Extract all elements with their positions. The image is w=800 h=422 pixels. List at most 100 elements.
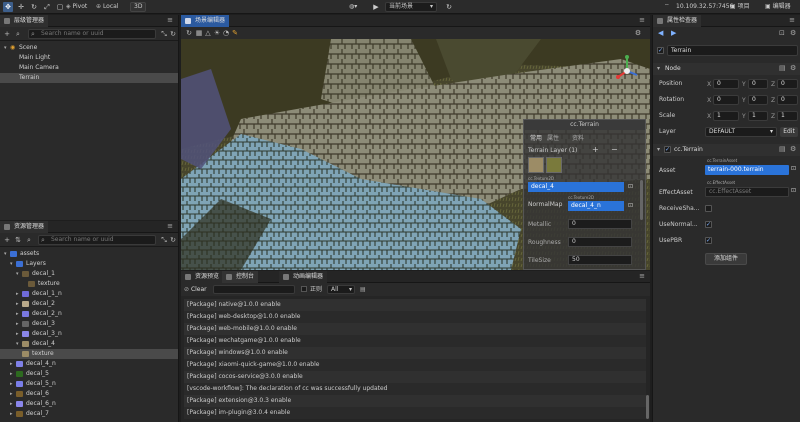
effect-picker-icon[interactable]: ⊡: [791, 183, 796, 199]
overlay-tab-attr[interactable]: 属性: [547, 133, 559, 142]
add-component-button[interactable]: 添加组件: [705, 253, 747, 265]
asset-item[interactable]: ▸ decal_6: [0, 389, 178, 399]
add-node-icon[interactable]: +: [2, 29, 12, 39]
filter-icon[interactable]: ⌕: [13, 29, 23, 39]
tab-inspector[interactable]: 属性检查器: [653, 15, 702, 27]
sort-icon[interactable]: ⇅: [13, 235, 23, 245]
position-y-input[interactable]: 0: [748, 79, 768, 89]
asset-item[interactable]: ▸ decal_2_n: [0, 309, 178, 319]
asset-item[interactable]: ▸ decal_2: [0, 299, 178, 309]
gear-icon[interactable]: ⚙: [790, 64, 796, 72]
position-z-input[interactable]: 0: [777, 79, 798, 89]
log-line[interactable]: [Package] web-mobile@1.0.0 enable: [184, 323, 646, 335]
hierarchy-search-input[interactable]: ⌕ Search name or uuid: [28, 29, 156, 39]
asset-item[interactable]: ▾ decal_4: [0, 339, 178, 349]
menu-icon[interactable]: ≡: [789, 16, 795, 24]
roughness-input[interactable]: 0: [568, 237, 632, 247]
tab-console[interactable]: 控制台: [222, 271, 259, 283]
asset-item[interactable]: ▸ decal_7: [0, 409, 178, 419]
use-pbr-checkbox[interactable]: ✓: [705, 237, 712, 244]
rotation-x-input[interactable]: 0: [713, 95, 739, 105]
log-line[interactable]: [Package] im-plugin@3.0.4 enable: [184, 407, 646, 419]
rect-tool-icon[interactable]: ▢: [55, 2, 65, 12]
menu-icon[interactable]: ≡: [639, 16, 645, 24]
asset-item[interactable]: ▾ Layers: [0, 259, 178, 269]
layer-select[interactable]: DEFAULT ▾: [705, 127, 777, 137]
play-icon[interactable]: ▶: [371, 2, 381, 12]
rotation-y-input[interactable]: 0: [748, 95, 768, 105]
asset-picker-icon[interactable]: ⊡: [791, 161, 796, 177]
add-layer-icon[interactable]: +: [592, 145, 599, 154]
tree-node-main-camera[interactable]: Main Camera: [0, 63, 178, 73]
node-name-input[interactable]: Terrain: [667, 45, 798, 56]
tab-hierarchy[interactable]: 层级管理器: [0, 15, 49, 27]
local-toggle[interactable]: ⊕ Local: [96, 2, 119, 12]
log-line[interactable]: [Package] web-desktop@1.0.0 enable: [184, 311, 646, 323]
node-section-header[interactable]: ▾ Node ▤ ⚙: [653, 63, 800, 75]
log-line[interactable]: [Package] xiaomi-quick-game@1.0.0 enable: [184, 359, 646, 371]
globe-dropdown[interactable]: ◍▾: [349, 2, 357, 12]
asset-item[interactable]: ▸ decal_5: [0, 369, 178, 379]
doc-icon[interactable]: ▤: [779, 145, 786, 153]
asset-item[interactable]: ▸ decal_3_n: [0, 329, 178, 339]
selected-layer-field[interactable]: decal_4: [528, 182, 624, 192]
use-normal-checkbox[interactable]: ✓: [705, 221, 712, 228]
overlay-scrollbar[interactable]: [640, 180, 643, 220]
gear-icon[interactable]: ⚙: [790, 29, 796, 37]
tree-node-scene[interactable]: ▾ ◉ Scene: [0, 43, 178, 53]
refresh-icon[interactable]: ↻: [184, 28, 194, 38]
rotation-z-input[interactable]: 0: [777, 95, 798, 105]
move-tool-icon[interactable]: ✛: [16, 2, 26, 12]
clear-button[interactable]: ⊘ Clear: [184, 285, 207, 294]
asset-item[interactable]: ▸ decal_4_n: [0, 359, 178, 369]
layer-thumb-1[interactable]: [528, 157, 544, 173]
normalmap-field[interactable]: decal_4_n: [568, 201, 624, 211]
layer-picker-icon[interactable]: ⊡: [628, 183, 633, 190]
asset-item[interactable]: ▾ assets: [0, 249, 178, 259]
project-button[interactable]: ▣ 项目: [730, 2, 750, 12]
refresh-icon[interactable]: ↻: [168, 235, 178, 245]
log-level-select[interactable]: All ▾: [327, 285, 355, 294]
open-log-icon[interactable]: ▤: [360, 285, 366, 294]
rotate-tool-icon[interactable]: ↻: [29, 2, 39, 12]
forward-icon[interactable]: ▶: [671, 29, 676, 37]
asset-field[interactable]: terrain-000.terrain: [705, 165, 789, 175]
back-icon[interactable]: ◀: [658, 29, 663, 37]
tab-animation[interactable]: 动画编辑器: [279, 271, 328, 283]
menu-icon[interactable]: ≡: [639, 272, 645, 280]
refresh-icon[interactable]: ↻: [168, 29, 178, 39]
log-line[interactable]: [Package] cocos-service@3.0.0 enable: [184, 371, 646, 383]
position-x-input[interactable]: 0: [713, 79, 739, 89]
pivot-toggle[interactable]: ◈ Pivot: [66, 2, 87, 12]
node-active-checkbox[interactable]: ✓: [657, 47, 664, 54]
asset-item[interactable]: texture: [0, 349, 178, 359]
layer-thumb-2[interactable]: [546, 157, 562, 173]
tilesize-input[interactable]: 50: [568, 255, 632, 265]
effect-field[interactable]: cc.EffectAsset: [705, 187, 789, 197]
preview-ip[interactable]: 10.109.32.57:7456: [676, 2, 733, 12]
regex-checkbox[interactable]: [301, 286, 307, 292]
doc-icon[interactable]: ▤: [779, 64, 786, 72]
brush-icon[interactable]: ✎: [230, 28, 240, 38]
scale-tool-icon[interactable]: ⤢: [42, 2, 52, 12]
component-enabled-checkbox[interactable]: ✓: [664, 146, 671, 153]
asset-item[interactable]: ▸ decal_1_n: [0, 289, 178, 299]
asset-item[interactable]: ▾ decal_1: [0, 269, 178, 279]
log-line[interactable]: [Package] wechatgame@1.0.0 enable: [184, 335, 646, 347]
log-line[interactable]: [Package] windows@1.0.0 enable: [184, 347, 646, 359]
normalmap-picker-icon[interactable]: ⊡: [628, 202, 633, 209]
console-scrollbar[interactable]: [646, 395, 649, 419]
gear-icon[interactable]: ⚙: [633, 28, 643, 38]
overlay-tab-data[interactable]: 资料: [572, 133, 584, 142]
add-asset-icon[interactable]: +: [2, 235, 12, 245]
overlay-tab-common[interactable]: 常用: [530, 133, 542, 142]
3d-toggle[interactable]: 3D: [130, 2, 147, 12]
editor-button[interactable]: ▣ 编辑器: [765, 2, 791, 12]
menu-icon[interactable]: ≡: [167, 16, 173, 24]
scale-y-input[interactable]: 1: [748, 111, 768, 121]
menu-icon[interactable]: ≡: [167, 222, 173, 230]
log-line[interactable]: [Package] native@1.0.0 enable: [184, 299, 646, 311]
remove-layer-icon[interactable]: −: [611, 145, 618, 154]
scene-select[interactable]: 当前场景 ▾: [385, 2, 437, 12]
log-line[interactable]: [vscode-workflow]: The declaration of cc…: [184, 383, 646, 395]
